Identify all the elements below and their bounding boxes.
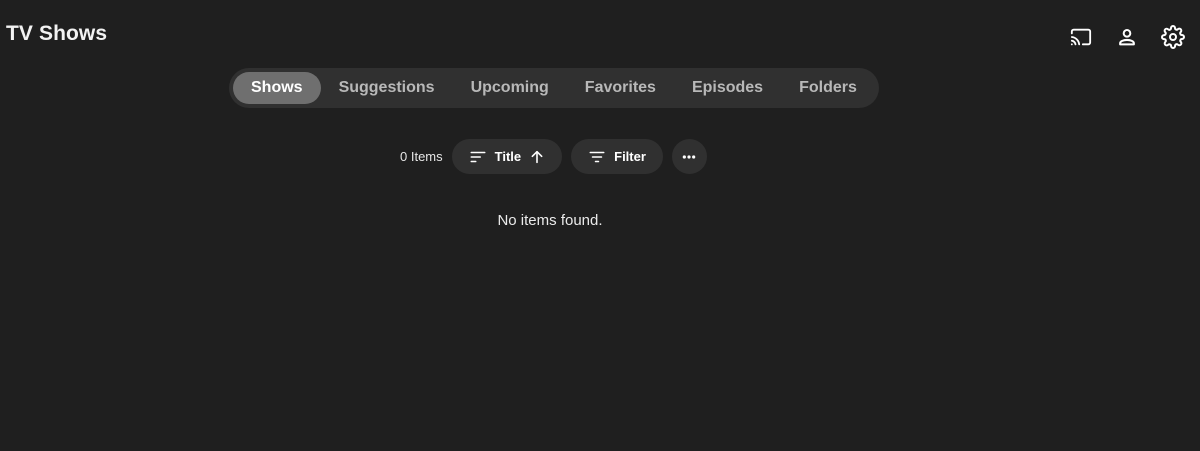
- empty-state-message: No items found.: [497, 212, 603, 229]
- user-button[interactable]: [1114, 24, 1140, 50]
- tab-upcoming[interactable]: Upcoming: [453, 72, 567, 104]
- item-count: 0 Items: [400, 149, 443, 164]
- list-toolbar: 0 Items Title Filter: [400, 139, 716, 174]
- tab-folders[interactable]: Folders: [781, 72, 875, 104]
- filter-label: Filter: [614, 149, 646, 164]
- tab-suggestions[interactable]: Suggestions: [321, 72, 453, 104]
- cast-button[interactable]: [1068, 24, 1094, 50]
- filter-icon: [588, 148, 606, 166]
- user-icon: [1119, 29, 1135, 46]
- cast-icon: [1070, 28, 1092, 46]
- app-header: TV Shows: [0, 0, 1200, 72]
- tab-shows[interactable]: Shows: [233, 72, 321, 104]
- arrow-up-icon: [529, 149, 545, 165]
- more-horizontal-icon: [681, 149, 697, 165]
- tab-bar: Shows Suggestions Upcoming Favorites Epi…: [229, 68, 879, 108]
- filter-button[interactable]: Filter: [571, 139, 663, 174]
- sort-button[interactable]: Title: [451, 139, 563, 174]
- settings-button[interactable]: [1160, 24, 1186, 50]
- sort-label: Title: [494, 149, 522, 164]
- header-actions: [1068, 24, 1186, 50]
- page-title: TV Shows: [6, 22, 108, 45]
- app-root: TV Shows Shows Suggestions Upcoming Favo…: [0, 0, 1200, 451]
- sort-icon: [469, 148, 487, 166]
- tab-favorites[interactable]: Favorites: [567, 72, 674, 104]
- gear-icon: [1161, 25, 1185, 49]
- tab-episodes[interactable]: Episodes: [674, 72, 781, 104]
- more-options-button[interactable]: [671, 139, 707, 174]
